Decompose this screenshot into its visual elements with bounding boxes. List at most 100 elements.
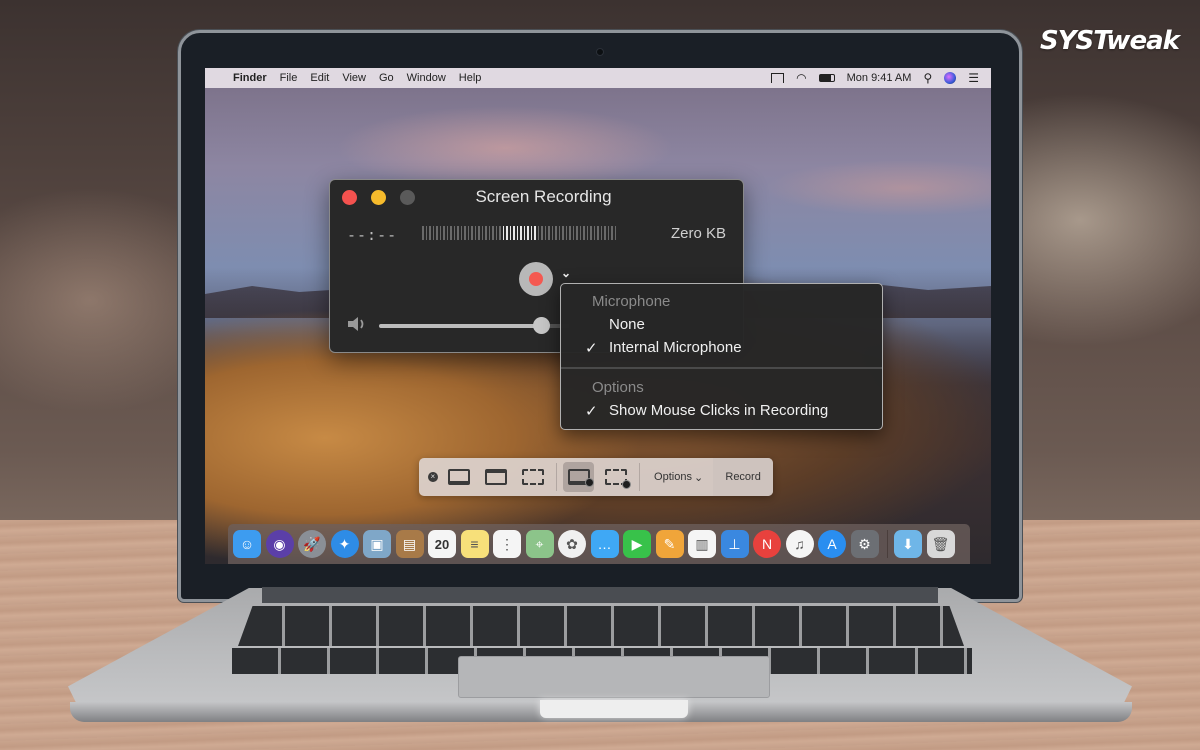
menu-go[interactable]: Go	[379, 72, 394, 84]
menu-file[interactable]: File	[280, 72, 298, 84]
facetime-glyph: ▶	[631, 535, 643, 552]
notification-center-icon[interactable]: ☰	[968, 71, 979, 85]
meter-bar	[485, 226, 487, 240]
meter-bar	[527, 226, 529, 240]
dock-downloads-icon[interactable]: ⬇	[894, 530, 922, 558]
meter-bar	[572, 226, 574, 240]
menu-item-internal-microphone[interactable]: Internal Microphone	[609, 339, 742, 356]
meter-bar	[576, 226, 578, 240]
record-button[interactable]: Record	[713, 458, 774, 496]
dock-news-icon[interactable]: N	[753, 530, 781, 558]
record-selected-portion-button[interactable]	[600, 462, 631, 492]
menu-window[interactable]: Window	[407, 72, 446, 84]
menu-edit[interactable]: Edit	[310, 72, 329, 84]
meter-bar	[604, 226, 606, 240]
record-screen-icon	[567, 469, 594, 487]
meter-bar	[474, 226, 476, 240]
app-store-glyph: A	[827, 536, 837, 552]
dock-contacts-icon[interactable]: ▤	[395, 530, 424, 558]
menu-help[interactable]: Help	[459, 72, 482, 84]
meter-bar	[453, 226, 455, 240]
capture-selected-portion-button[interactable]	[517, 462, 548, 492]
dock-finder-icon[interactable]: ☺	[233, 530, 261, 558]
capture-selected-window-button[interactable]	[481, 462, 512, 492]
news-glyph: N	[761, 536, 773, 552]
meter-bar	[562, 226, 564, 240]
options-button[interactable]: Options ⌄	[644, 458, 713, 496]
dock-maps-icon[interactable]: ⌖	[525, 530, 554, 558]
toolbar-divider	[639, 463, 641, 491]
record-button[interactable]	[519, 262, 553, 296]
siri-icon[interactable]	[944, 72, 957, 84]
meter-bar	[590, 226, 592, 240]
meter-bar	[481, 226, 483, 240]
dock-app-store-icon[interactable]: A	[818, 530, 846, 558]
numbers-glyph: ▥	[695, 535, 709, 552]
dock-launchpad-icon[interactable]: 🚀	[298, 530, 326, 558]
meter-bar	[530, 226, 532, 240]
meter-bar	[520, 226, 522, 240]
meter-bar	[425, 226, 427, 240]
dock-messages-icon[interactable]: …	[590, 530, 619, 558]
close-toolbar-icon[interactable]: ×	[428, 472, 438, 482]
status-area: ◠ Mon 9:41 AM ⚲ ☰	[759, 71, 979, 85]
selection-icon	[521, 469, 544, 485]
dock-preview-icon[interactable]: ▣	[363, 530, 391, 558]
meter-bar	[429, 226, 431, 240]
dock-notes-icon[interactable]: ≡	[460, 530, 489, 558]
meter-bar	[555, 226, 557, 240]
dock-keynote-icon[interactable]: ⊥	[720, 530, 749, 558]
airplay-icon[interactable]	[771, 73, 785, 83]
meter-bar	[607, 226, 609, 240]
dock-photos-icon[interactable]: ✿	[558, 530, 586, 558]
entire-screen-icon	[448, 469, 471, 485]
menu-item-show-mouse-clicks[interactable]: Show Mouse Clicks in Recording	[609, 402, 828, 419]
dock-numbers-icon[interactable]: ▥	[688, 530, 716, 558]
contacts-glyph: ▤	[402, 535, 417, 552]
system-preferences-glyph: ⚙	[858, 535, 871, 552]
dock-separator	[887, 530, 888, 558]
meter-bar	[467, 226, 469, 240]
dock-reminders-icon[interactable]: ⋮	[493, 530, 521, 558]
capture-entire-screen-button[interactable]	[444, 462, 475, 492]
record-entire-screen-button[interactable]	[563, 462, 595, 492]
dock-safari-icon[interactable]: ✦	[330, 530, 359, 558]
menu-item-none[interactable]: None	[609, 316, 645, 333]
screenshot-toolbar: × Options ⌄ Record	[419, 458, 774, 496]
dock-trash-icon[interactable]: 🗑	[926, 530, 955, 558]
meter-bar	[569, 226, 571, 240]
meter-bar	[446, 226, 448, 240]
menu-view[interactable]: View	[342, 72, 366, 84]
keyboard-upper-rows	[238, 606, 964, 646]
dock-facetime-icon[interactable]: ▶	[623, 530, 651, 558]
siri-glyph: ◉	[273, 535, 286, 552]
dock-siri-icon[interactable]: ◉	[265, 530, 294, 558]
record-dot-icon	[529, 272, 543, 286]
battery-icon[interactable]	[818, 74, 835, 82]
meter-bar	[460, 226, 462, 240]
chevron-down-icon: ⌄	[693, 471, 704, 484]
dock-system-preferences-icon[interactable]: ⚙	[850, 530, 879, 558]
menu-finder[interactable]: Finder	[233, 72, 267, 84]
dock-calendar-icon[interactable]: 20	[428, 530, 456, 558]
webcam	[596, 48, 604, 56]
meter-bar	[422, 226, 424, 240]
options-chevron-down-icon[interactable]: ⌄	[561, 266, 571, 280]
dock-itunes-icon[interactable]: ♫	[785, 530, 814, 558]
maps-glyph: ⌖	[535, 535, 544, 552]
dock-pages-icon[interactable]: ✎	[655, 530, 684, 558]
wifi-icon[interactable]: ◠	[796, 71, 806, 85]
meter-bar	[471, 226, 473, 240]
meter-bar	[583, 226, 585, 240]
meter-bar	[597, 226, 599, 240]
search-icon[interactable]: ⚲	[923, 71, 932, 85]
record-selection-icon	[604, 469, 631, 489]
dock: ☺ ◉ 🚀 ✦ ▣ ▤ 20 ≡ ⋮ ⌖ ✿ … ▶ ✎ ▥ ⊥ N ♫ A ⚙ ⬇ 🗑	[228, 524, 970, 564]
meter-bar	[579, 226, 581, 240]
volume-slider-track[interactable]	[379, 324, 541, 328]
checkmark-icon: ✓	[585, 403, 598, 420]
menu-clock[interactable]: Mon 9:41 AM	[847, 72, 912, 84]
volume-slider-knob[interactable]	[532, 317, 550, 334]
meter-bar	[565, 226, 567, 240]
meter-bar	[439, 226, 441, 240]
